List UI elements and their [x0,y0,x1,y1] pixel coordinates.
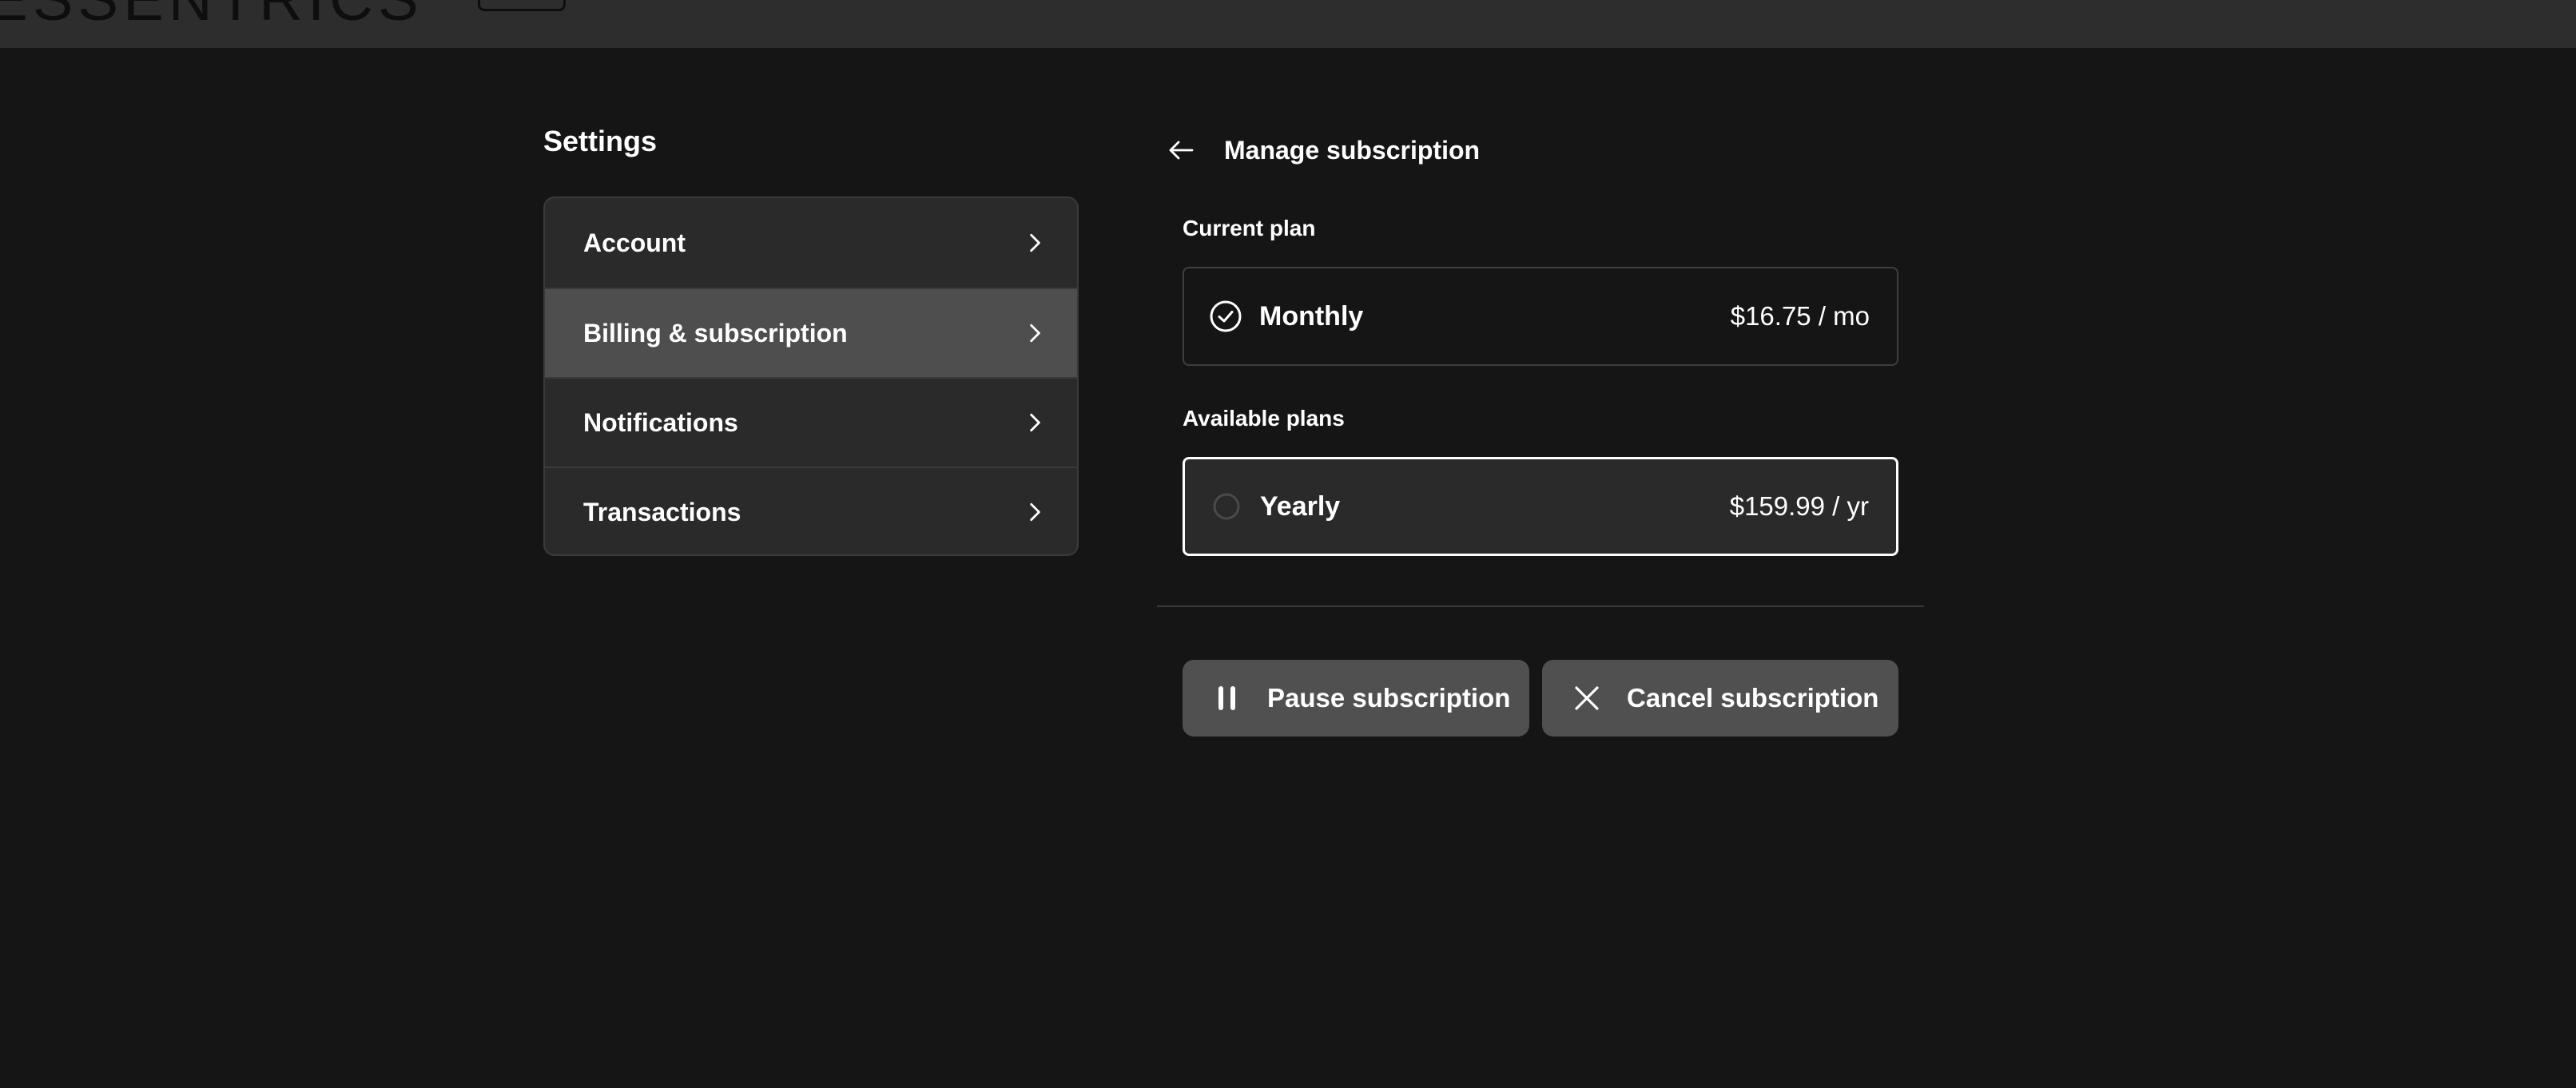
settings-title: Settings [543,125,658,157]
close-icon [1571,682,1603,714]
pause-icon [1211,682,1243,714]
plan-price: $159.99 / yr [1729,491,1869,521]
page-title: Manage subscription [1224,136,1481,165]
menu-item-transactions[interactable]: Transactions [545,467,1077,554]
plan-name: Yearly [1260,490,1341,522]
plan-price: $16.75 / mo [1730,301,1870,331]
top-bar: ESSENTRICS [0,0,2576,48]
menu-item-label: Notifications [583,407,738,437]
current-plan-card: Monthly $16.75 / mo [1183,267,1898,366]
divider [1157,606,1924,607]
menu-item-label: Billing & subscription [583,318,848,347]
menu-item-label: Account [583,228,686,257]
button-label: Cancel subscription [1627,683,1879,713]
menu-item-notifications[interactable]: Notifications [545,377,1077,467]
available-plans-label: Available plans [1183,406,1345,431]
menu-item-billing-subscription[interactable]: Billing & subscription [545,288,1077,377]
menu-item-account[interactable]: Account [545,198,1077,288]
arrow-left-icon [1169,141,1194,160]
plan-option-yearly[interactable]: Yearly $159.99 / yr [1183,457,1898,556]
cancel-subscription-button[interactable]: Cancel subscription [1542,660,1898,737]
radio-button[interactable] [1209,489,1244,524]
chevron-right-icon [1030,502,1040,522]
brand-logo[interactable]: ESSENTRICS [0,0,423,34]
back-button[interactable] [1163,134,1199,166]
current-plan-label: Current plan [1183,216,1316,240]
pause-subscription-button[interactable]: Pause subscription [1183,660,1529,737]
logo-badge [478,0,566,11]
chevron-right-icon [1030,324,1040,343]
settings-menu: Account Billing & subscription Notificat… [543,197,1079,556]
plan-name: Monthly [1259,300,1364,332]
chevron-right-icon [1030,233,1040,252]
chevron-right-icon [1030,413,1040,432]
button-label: Pause subscription [1267,683,1511,713]
check-circle-icon [1208,299,1243,334]
menu-item-label: Transactions [583,497,741,526]
